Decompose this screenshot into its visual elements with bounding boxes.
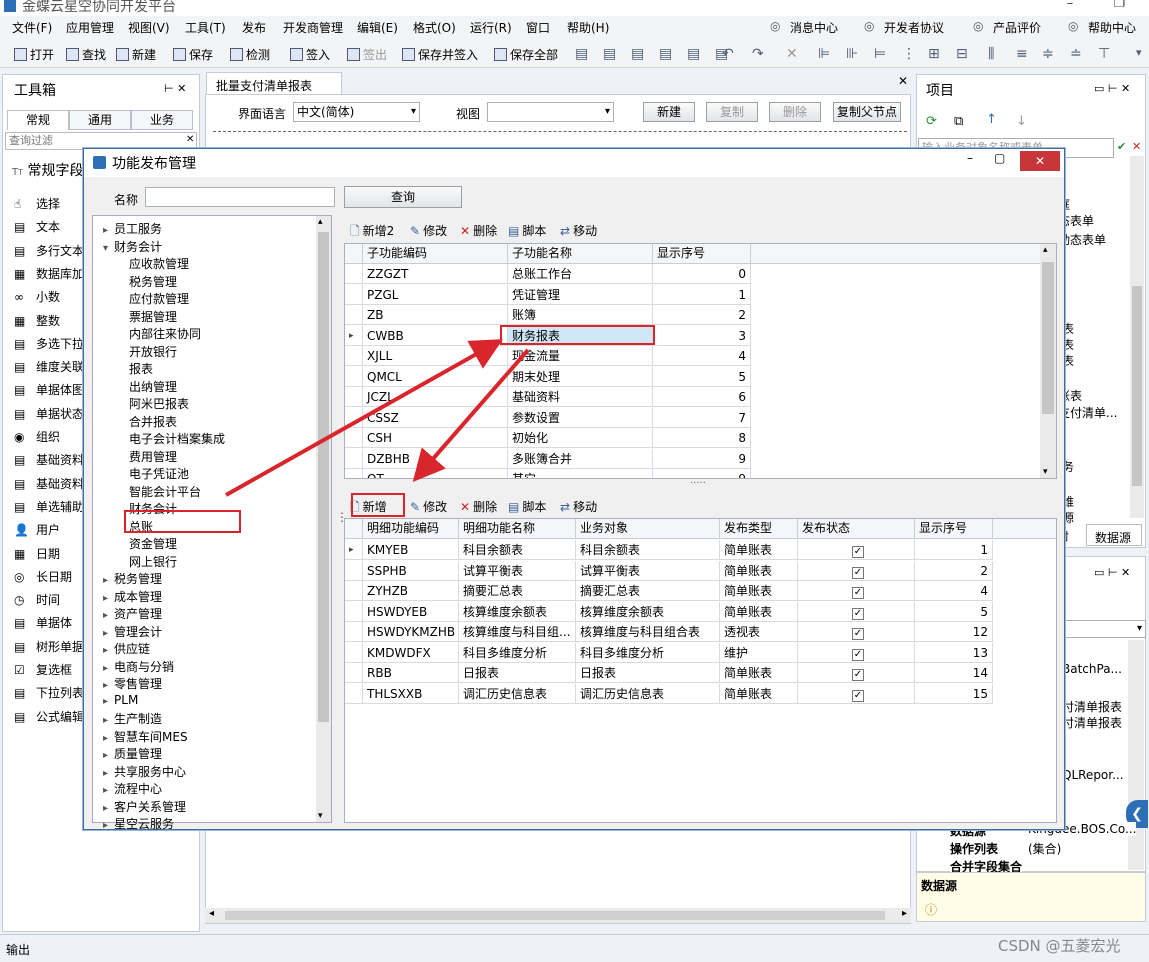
annotation-arrows xyxy=(225,339,530,497)
arrow-report-to-new xyxy=(412,348,530,483)
arrow-tree-to-report xyxy=(225,339,503,497)
